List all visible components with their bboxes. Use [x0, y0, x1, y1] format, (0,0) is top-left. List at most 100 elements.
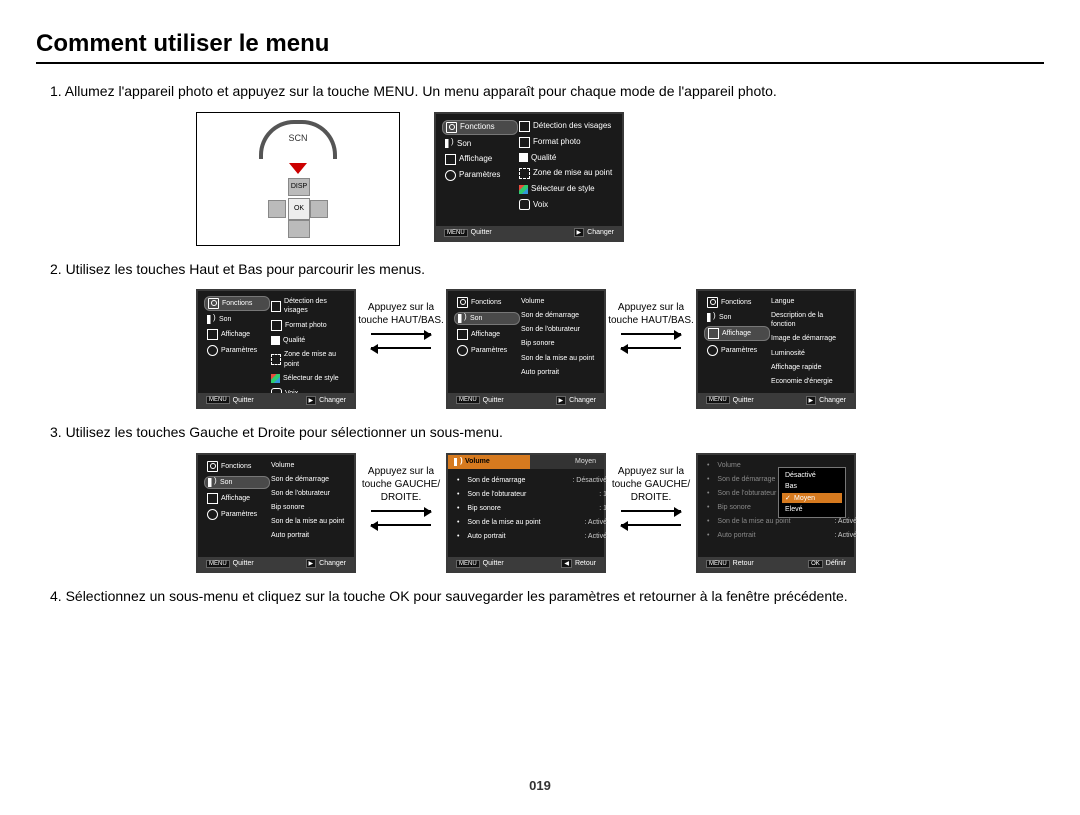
submenu-item[interactable]: Son de la mise au point: [268, 516, 348, 527]
menu-item-parametres[interactable]: Paramètres: [204, 344, 270, 357]
menu-key-icon: MENU: [706, 560, 730, 568]
ok-button[interactable]: OK: [288, 198, 310, 220]
menu-item-affichage[interactable]: Affichage: [442, 153, 518, 166]
menu-item-affichage[interactable]: Affichage: [704, 326, 770, 341]
submenu-item[interactable]: Détection des visages: [516, 120, 616, 133]
submenu-row[interactable]: • Auto portrait: Activé: [454, 531, 610, 542]
submenu-item[interactable]: Qualité: [516, 152, 616, 164]
submenu-item[interactable]: Son de démarrage: [268, 474, 348, 485]
step-3-text: 3. Utilisez les touches Gauche et Droite…: [50, 423, 1044, 443]
submenu-row[interactable]: • Bip sonore: 1: [454, 503, 610, 514]
submenu-item[interactable]: Langue: [768, 296, 848, 307]
sound-icon: [707, 313, 716, 322]
menu-key-icon: MENU: [456, 560, 480, 568]
submenu-row: • Son de la mise au point: Activé: [704, 516, 860, 527]
submenu-item[interactable]: Détection des visages: [268, 296, 348, 316]
arrow-left-icon: [621, 347, 681, 349]
menu-item-fonctions[interactable]: Fonctions: [454, 296, 520, 309]
menu-item-parametres[interactable]: Paramètres: [704, 344, 770, 357]
menu-item-affichage[interactable]: Affichage: [454, 328, 520, 341]
submenu-item[interactable]: Volume: [268, 460, 348, 471]
submenu-item[interactable]: Voix: [516, 198, 616, 211]
option-desactive[interactable]: Désactivé: [782, 471, 842, 480]
submenu-item[interactable]: Volume: [518, 296, 598, 307]
down-button[interactable]: [288, 220, 310, 238]
submenu-item[interactable]: Son de l'obturateur: [518, 324, 598, 335]
submenu-item[interactable]: Son de l'obturateur: [268, 488, 348, 499]
menu-item-parametres[interactable]: Paramètres: [204, 508, 270, 521]
menu-item-affichage[interactable]: Affichage: [204, 492, 270, 505]
option-eleve[interactable]: Elevé: [782, 505, 842, 514]
submenu-item[interactable]: Bip sonore: [268, 502, 348, 513]
gear-icon: [207, 345, 218, 356]
play-key-icon: ▶: [306, 559, 317, 568]
display-icon: [457, 329, 468, 340]
submenu-item[interactable]: Sélecteur de style: [516, 183, 616, 195]
submenu-row[interactable]: • Son de l'obturateur: 1: [454, 489, 610, 500]
step-4-text: 4. Sélectionnez un sous-menu et cliquez …: [50, 587, 1044, 607]
menu-item-parametres[interactable]: Paramètres: [442, 169, 518, 182]
submenu-item[interactable]: Son de démarrage: [518, 310, 598, 321]
arrow-label-updown-2: Appuyez sur la touche HAUT/BAS.: [606, 289, 696, 355]
submenu-item[interactable]: Zone de mise au point: [516, 167, 616, 180]
option-bas[interactable]: Bas: [782, 482, 842, 491]
submenu-item[interactable]: Luminosité: [768, 348, 848, 359]
submenu-row: • Auto portrait: Activé: [704, 530, 860, 541]
menu-screen-fonctions: Fonctions Son Affichage Paramètres Détec…: [434, 112, 624, 242]
title-divider: [36, 62, 1044, 64]
menu-item-son[interactable]: Son: [204, 314, 270, 325]
camera-icon: [207, 461, 218, 472]
menu-item-son[interactable]: Son: [442, 138, 518, 150]
style-icon: [519, 185, 528, 194]
submenu-item[interactable]: Image de démarrage: [768, 333, 848, 344]
submenu-item[interactable]: Sélecteur de style: [268, 373, 348, 384]
menu-item-son[interactable]: Son: [704, 312, 770, 323]
menu-item-parametres[interactable]: Paramètres: [454, 344, 520, 357]
size-icon: [271, 320, 282, 331]
submenu-item[interactable]: Zone de mise au point: [268, 349, 348, 369]
size-icon: [519, 137, 530, 148]
menu-screen-d: Fonctions Son Affichage Paramètres Volum…: [196, 453, 356, 573]
menu-item-son[interactable]: Son: [454, 312, 520, 325]
arrow-right-icon: [371, 510, 431, 512]
submenu-item[interactable]: Economie d'énergie: [768, 376, 848, 387]
style-icon: [271, 374, 280, 383]
face-icon: [271, 301, 281, 312]
menu-footer: MENURetour OKDéfinir: [698, 557, 854, 571]
menu-key-icon: MENU: [456, 396, 480, 404]
submenu-item[interactable]: Qualité: [268, 335, 348, 346]
menu-item-son[interactable]: Son: [204, 476, 270, 489]
option-moyen-selected[interactable]: ✓Moyen: [782, 493, 842, 503]
menu-footer: MENUQuitter ▶Changer: [198, 557, 354, 571]
submenu-item[interactable]: Format photo: [516, 136, 616, 149]
menu-key-icon: MENU: [706, 396, 730, 404]
menu-item-affichage[interactable]: Affichage: [204, 328, 270, 341]
menu-item-fonctions[interactable]: Fonctions: [204, 296, 270, 311]
focus-icon: [519, 168, 530, 179]
submenu-item[interactable]: Son de la mise au point: [518, 353, 598, 364]
right-button[interactable]: [310, 200, 328, 218]
page-number: 019: [529, 778, 551, 793]
submenu-item[interactable]: Bip sonore: [518, 338, 598, 349]
menu-item-fonctions[interactable]: Fonctions: [442, 120, 518, 135]
page-title: Comment utiliser le menu: [36, 30, 1044, 58]
menu-footer: MENUQuitter ▶Changer: [436, 226, 622, 240]
submenu-item[interactable]: Affichage rapide: [768, 362, 848, 373]
menu-item-fonctions[interactable]: Fonctions: [204, 460, 270, 473]
disp-button[interactable]: DISP: [288, 178, 310, 196]
menu-screen-a: Fonctions Son Affichage Paramètres Détec…: [196, 289, 356, 409]
submenu-row[interactable]: • Son de la mise au point: Activé: [454, 517, 610, 528]
submenu-item[interactable]: Description de la fonction: [768, 310, 848, 330]
display-icon: [708, 328, 719, 339]
submenu-item[interactable]: Auto portrait: [518, 367, 598, 378]
menu-footer: MENUQuitter ▶Changer: [448, 393, 604, 407]
left-button[interactable]: [268, 200, 286, 218]
menu-item-fonctions[interactable]: Fonctions: [704, 296, 770, 309]
menu-screen-c: Fonctions Son Affichage Paramètres Langu…: [696, 289, 856, 409]
submenu-row[interactable]: • Son de démarrage: Désactivé: [454, 475, 610, 486]
play-key-icon: ▶: [306, 396, 317, 405]
arrow-left-icon: [371, 524, 431, 526]
submenu-item[interactable]: Format photo: [268, 319, 348, 332]
mode-dial: SCN: [259, 120, 337, 159]
submenu-item[interactable]: Auto portrait: [268, 530, 348, 541]
